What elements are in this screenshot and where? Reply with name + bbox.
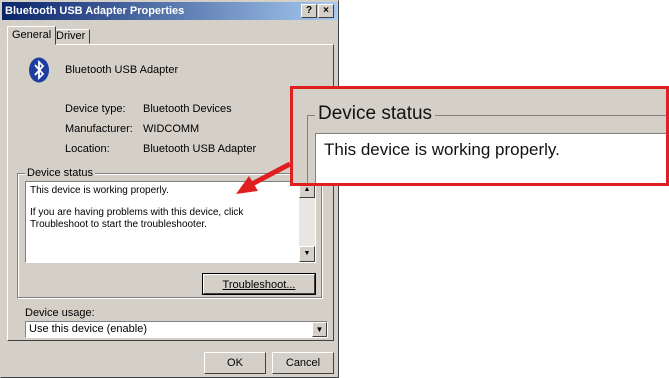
properties-dialog: Bluetooth USB Adapter Properties ? × Gen… [0,0,339,378]
location-value: Bluetooth USB Adapter [143,143,257,155]
device-type-value: Bluetooth Devices [143,103,232,115]
device-status-title: Device status [25,167,96,179]
manufacturer-label: Manufacturer: [65,123,133,135]
chevron-down-icon[interactable]: ▼ [312,322,327,337]
device-usage-value: Use this device (enable) [29,323,148,335]
status-line: This device is working properly. [30,185,169,196]
manufacturer-value: WIDCOMM [143,123,200,135]
scroll-down-icon[interactable]: ▼ [299,246,315,262]
help-button[interactable]: ? [301,4,317,18]
device-name: Bluetooth USB Adapter [65,64,179,76]
device-usage-select[interactable]: Use this device (enable) ▼ [25,321,328,338]
zoom-status-title: Device status [315,103,436,125]
tab-general[interactable]: General [7,26,57,45]
close-button[interactable]: × [318,4,334,18]
ok-button[interactable]: OK [204,352,266,374]
status-help-text: If you are having problems with this dev… [30,207,244,230]
cancel-button[interactable]: Cancel [272,352,334,374]
device-status-text[interactable]: This device is working properly. If you … [25,181,316,263]
location-label: Location: [65,143,110,155]
device-usage-label: Device usage: [25,307,95,319]
bluetooth-icon [29,57,49,83]
zoom-status-text: This device is working properly. [315,133,666,183]
troubleshoot-label: Troubleshoot... [222,279,296,291]
status-scrollbar[interactable]: ▲ ▼ [299,182,315,262]
title-bar[interactable]: Bluetooth USB Adapter Properties ? × [2,2,337,20]
zoom-callout: Device status This device is working pro… [290,86,669,186]
window-title: Bluetooth USB Adapter Properties [5,5,185,17]
device-type-label: Device type: [65,103,126,115]
tab-driver[interactable]: Driver [51,29,91,44]
troubleshoot-button[interactable]: Troubleshoot... [202,273,316,295]
